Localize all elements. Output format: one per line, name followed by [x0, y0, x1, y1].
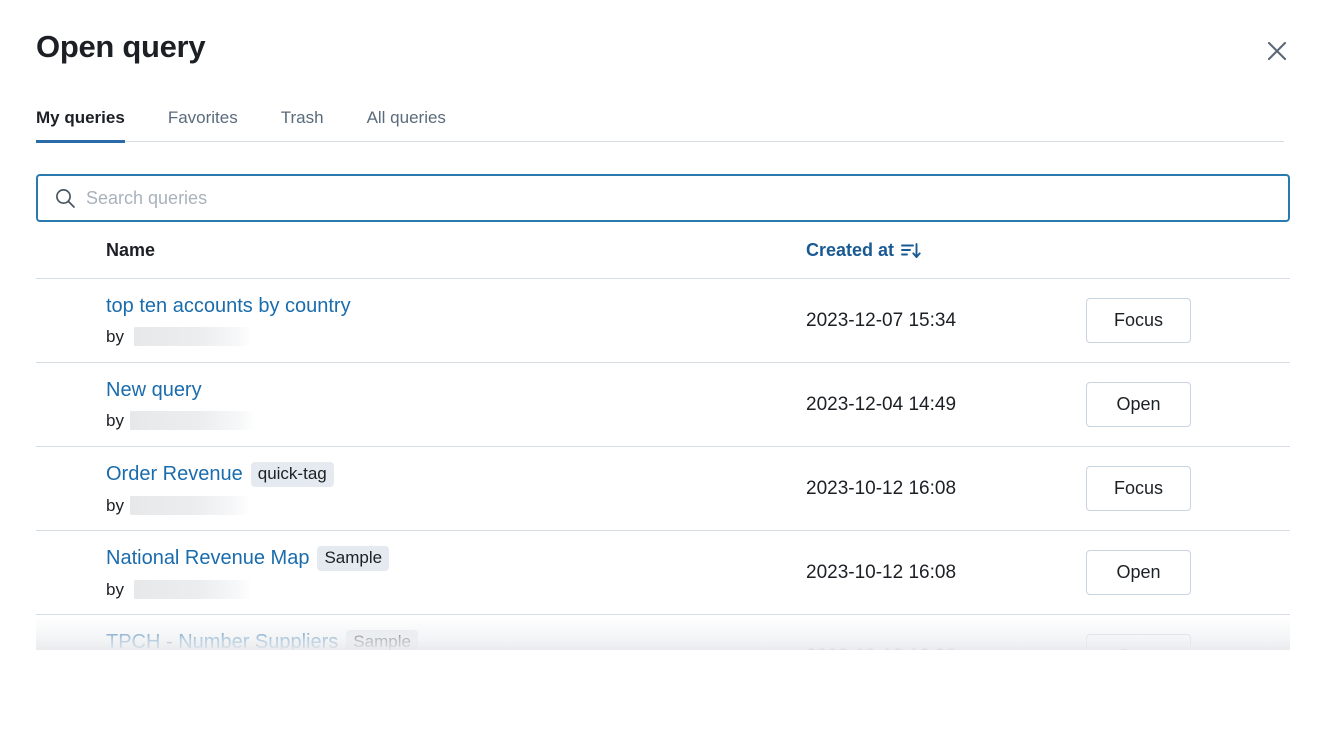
tab-trash[interactable]: Trash — [281, 108, 324, 141]
query-name-link[interactable]: top ten accounts by country — [106, 295, 351, 318]
by-label: by — [106, 327, 124, 347]
row-action-cell: Open — [1086, 531, 1290, 615]
query-title-line: TPCH - Number Suppliers Sample — [106, 630, 806, 651]
by-label: by — [106, 496, 124, 516]
table-row[interactable]: New query by 2023-12-04 14:49 Open — [36, 363, 1290, 447]
query-name-link[interactable]: New query — [106, 379, 202, 402]
tab-favorites[interactable]: Favorites — [168, 108, 238, 141]
sort-descending-icon — [901, 242, 921, 260]
query-name-link[interactable]: TPCH - Number Suppliers — [106, 631, 338, 651]
row-name-cell: TPCH - Number Suppliers Sample by — [36, 615, 806, 651]
row-name-cell: New query by — [36, 363, 806, 447]
focus-button[interactable]: Focus — [1086, 466, 1191, 511]
query-author: by — [106, 411, 806, 431]
query-title-line: Order Revenue quick-tag — [106, 462, 806, 487]
query-name-link[interactable]: National Revenue Map — [106, 547, 309, 570]
query-name-link[interactable]: Order Revenue — [106, 463, 243, 486]
tab-bar: My queries Favorites Trash All queries — [36, 96, 1284, 142]
row-action-cell: Open — [1086, 363, 1290, 447]
open-button[interactable]: Open — [1086, 382, 1191, 427]
column-header-name: Name — [36, 240, 806, 279]
query-title-line: National Revenue Map Sample — [106, 546, 806, 571]
open-query-dialog: Open query My queries Favorites Trash Al… — [0, 0, 1320, 730]
row-created-at: 2023-12-07 15:34 — [806, 279, 1086, 363]
query-tag: Sample — [346, 630, 418, 651]
column-header-actions — [1086, 240, 1290, 279]
tab-all-queries[interactable]: All queries — [367, 108, 446, 141]
search-box[interactable] — [36, 174, 1290, 222]
table-body: top ten accounts by country by 2023-12-0… — [36, 279, 1290, 651]
focus-button[interactable]: Focus — [1086, 298, 1191, 343]
query-author: by — [106, 327, 806, 347]
row-name-cell: top ten accounts by country by — [36, 279, 806, 363]
close-button[interactable] — [1260, 34, 1294, 68]
table-row[interactable]: top ten accounts by country by 2023-12-0… — [36, 279, 1290, 363]
sort-created-at[interactable]: Created at — [806, 240, 921, 261]
query-tag: Sample — [317, 546, 389, 571]
query-author: by — [106, 496, 806, 516]
search-input[interactable] — [86, 176, 1276, 220]
search-icon — [54, 187, 76, 209]
dialog-header: Open query — [0, 0, 1320, 96]
by-label: by — [106, 580, 124, 600]
table-row[interactable]: National Revenue Map Sample by 2023-10-1… — [36, 531, 1290, 615]
query-tag: quick-tag — [251, 462, 334, 487]
row-name-cell: National Revenue Map Sample by — [36, 531, 806, 615]
query-title-line: top ten accounts by country — [106, 295, 806, 318]
row-action-cell: Focus — [1086, 447, 1290, 531]
row-created-at: 2023-10-12 16:08 — [806, 531, 1086, 615]
query-title-line: New query — [106, 379, 806, 402]
open-button[interactable]: Open — [1086, 634, 1191, 650]
row-name-cell: Order Revenue quick-tag by — [36, 447, 806, 531]
by-label: by — [106, 411, 124, 431]
row-created-at: 2023-10-12 16:08 — [806, 615, 1086, 651]
row-created-at: 2023-12-04 14:49 — [806, 363, 1086, 447]
table-row[interactable]: TPCH - Number Suppliers Sample by 2023-1… — [36, 615, 1290, 651]
open-button[interactable]: Open — [1086, 550, 1191, 595]
row-action-cell: Open — [1086, 615, 1290, 651]
table-header-row: Name Created at — [36, 240, 1290, 279]
row-created-at: 2023-10-12 16:08 — [806, 447, 1086, 531]
tab-my-queries[interactable]: My queries — [36, 108, 125, 141]
search-area — [36, 174, 1290, 222]
author-redacted — [134, 580, 252, 599]
query-table: Name Created at — [36, 240, 1290, 650]
close-icon — [1266, 40, 1288, 62]
query-list: Name Created at — [36, 240, 1290, 650]
table-row[interactable]: Order Revenue quick-tag by 2023-10-12 16… — [36, 447, 1290, 531]
column-header-created-at-label: Created at — [806, 240, 894, 261]
author-redacted — [134, 327, 252, 346]
author-redacted — [130, 411, 256, 430]
author-redacted — [130, 496, 250, 515]
row-action-cell: Focus — [1086, 279, 1290, 363]
page-title: Open query — [36, 28, 1284, 66]
query-author: by — [106, 580, 806, 600]
table-header: Name Created at — [36, 240, 1290, 279]
column-header-created-at[interactable]: Created at — [806, 240, 1086, 279]
